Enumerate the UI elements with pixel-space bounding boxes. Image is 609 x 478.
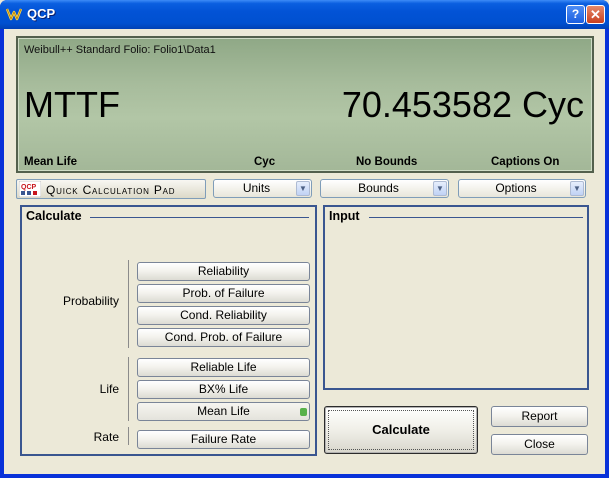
qcp-logo-text: QCP <box>21 184 37 191</box>
calculate-group: Calculate Probability Reliability Prob. … <box>20 205 317 456</box>
failure-rate-button[interactable]: Failure Rate <box>137 430 310 449</box>
input-title: Input <box>329 209 360 223</box>
footer-bounds: No Bounds <box>356 156 418 168</box>
calculate-title: Calculate <box>26 209 82 223</box>
footer-captions: Captions On <box>491 156 560 168</box>
close-button[interactable]: Close <box>491 434 588 455</box>
help-button[interactable]: ? <box>566 5 585 24</box>
title-bar[interactable]: QCP ? ✕ <box>0 0 609 29</box>
bounds-label: Bounds <box>358 181 399 195</box>
result-label: MTTF <box>24 84 120 125</box>
selected-indicator-icon <box>300 408 307 416</box>
group-rule <box>90 217 309 218</box>
qcp-window: QCP ? ✕ Weibull++ Standard Folio: Folio1… <box>0 0 609 478</box>
app-icon <box>6 8 22 21</box>
input-group: Input <box>323 205 589 390</box>
units-dropdown[interactable]: Units ▼ <box>213 179 312 198</box>
window-title: QCP <box>27 6 56 21</box>
options-dropdown[interactable]: Options ▼ <box>458 179 586 198</box>
report-button[interactable]: Report <box>491 406 588 427</box>
category-divider <box>128 260 129 348</box>
mean-life-label: Mean Life <box>197 404 250 418</box>
cond-prob-of-failure-button[interactable]: Cond. Prob. of Failure <box>137 328 310 347</box>
probability-label: Probability <box>62 294 119 308</box>
bx-life-button[interactable]: BX% Life <box>137 380 310 399</box>
prob-of-failure-button[interactable]: Prob. of Failure <box>137 284 310 303</box>
group-rule <box>369 217 583 218</box>
reliable-life-button[interactable]: Reliable Life <box>137 358 310 377</box>
chevron-down-icon: ▼ <box>296 181 310 196</box>
result-value: 70.453582 Cyc <box>341 84 584 125</box>
pad-label: Quick Calculation Pad <box>46 183 176 197</box>
quick-calculation-pad-header: QCP Quick Calculation Pad <box>16 179 206 199</box>
folio-path: Weibull++ Standard Folio: Folio1\Data1 <box>24 44 216 56</box>
cond-reliability-button[interactable]: Cond. Reliability <box>137 306 310 325</box>
bounds-dropdown[interactable]: Bounds ▼ <box>320 179 449 198</box>
life-label: Life <box>99 382 119 396</box>
chevron-down-icon: ▼ <box>433 181 447 196</box>
client-area: Weibull++ Standard Folio: Folio1\Data1 M… <box>4 29 605 474</box>
options-label: Options <box>495 181 537 195</box>
results-display: Weibull++ Standard Folio: Folio1\Data1 M… <box>16 36 594 173</box>
footer-calculation: Mean Life <box>24 156 78 168</box>
calculate-button[interactable]: Calculate <box>324 406 478 454</box>
units-label: Units <box>242 181 271 195</box>
rate-label: Rate <box>93 430 119 444</box>
mean-life-button[interactable]: Mean Life <box>137 402 310 421</box>
footer-units: Cyc <box>254 156 276 168</box>
reliability-button[interactable]: Reliability <box>137 262 310 281</box>
qcp-logo-icon: QCP <box>19 181 41 197</box>
chevron-down-icon: ▼ <box>570 181 584 196</box>
window-close-button[interactable]: ✕ <box>586 5 605 24</box>
category-divider <box>128 427 129 445</box>
category-divider <box>128 357 129 421</box>
